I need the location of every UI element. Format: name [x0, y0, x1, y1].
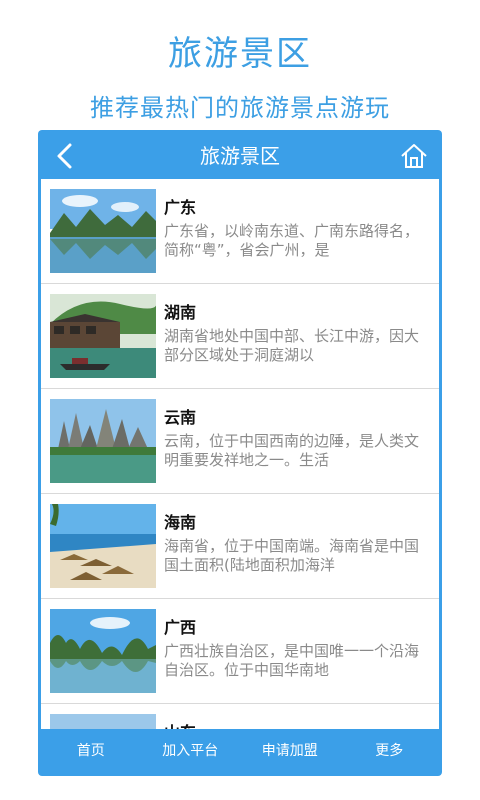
- nav-title: 旅游景区: [200, 144, 280, 168]
- back-button[interactable]: [51, 141, 81, 171]
- item-name: 云南: [164, 408, 197, 427]
- item-desc: 海南省，位于中国南端。海南省是中国国土面积(陆地面积加海洋: [164, 537, 420, 574]
- back-chevron-icon: [57, 143, 72, 169]
- item-name: 广东: [164, 198, 197, 217]
- app-screen: 旅游景区 广东 广东省，以岭南东道、广南东路得名，简称“粤”，省会广州，是 湖南…: [41, 133, 439, 773]
- list-item[interactable]: 山东: [41, 704, 439, 729]
- tab-more[interactable]: 更多: [340, 729, 440, 773]
- scenic-photo-hunan: [50, 294, 156, 378]
- item-desc: 湖南省地处中国中部、长江中游，因大部分区域处于洞庭湖以: [164, 327, 420, 364]
- item-desc: 广西壮族自治区，是中国唯一一个沿海自治区。位于中国华南地: [164, 642, 420, 679]
- tab-join-platform[interactable]: 加入平台: [141, 729, 241, 773]
- bottom-tab-bar: 首页 加入平台 申请加盟 更多: [41, 729, 439, 773]
- scenic-photo-guangdong: [50, 189, 156, 273]
- scenic-photo-yunnan: [50, 399, 156, 483]
- tab-apply-franchise[interactable]: 申请加盟: [240, 729, 340, 773]
- list-item[interactable]: 云南 云南，位于中国西南的边陲，是人类文明重要发祥地之一。生活: [41, 389, 439, 494]
- item-desc: 云南，位于中国西南的边陲，是人类文明重要发祥地之一。生活: [164, 432, 420, 469]
- promo-title: 旅游景区: [168, 34, 312, 74]
- item-name: 海南: [164, 513, 197, 532]
- scenic-list[interactable]: 广东 广东省，以岭南东道、广南东路得名，简称“粤”，省会广州，是 湖南 湖南省地…: [41, 179, 439, 729]
- scenic-photo-shandong: [50, 714, 156, 729]
- nav-bar: 旅游景区: [41, 133, 439, 179]
- tab-home[interactable]: 首页: [41, 729, 141, 773]
- list-item[interactable]: 湖南 湖南省地处中国中部、长江中游，因大部分区域处于洞庭湖以: [41, 284, 439, 389]
- list-item[interactable]: 广西 广西壮族自治区，是中国唯一一个沿海自治区。位于中国华南地: [41, 599, 439, 704]
- scenic-photo-guangxi: [50, 609, 156, 693]
- item-desc: 广东省，以岭南东道、广南东路得名，简称“粤”，省会广州，是: [164, 222, 420, 259]
- scenic-photo-hainan: [50, 504, 156, 588]
- item-name: 广西: [164, 618, 197, 637]
- phone-frame: 旅游景区 广东 广东省，以岭南东道、广南东路得名，简称“粤”，省会广州，是 湖南…: [38, 130, 442, 776]
- list-item[interactable]: 广东 广东省，以岭南东道、广南东路得名，简称“粤”，省会广州，是: [41, 179, 439, 284]
- home-button[interactable]: [399, 142, 429, 170]
- item-name: 湖南: [164, 303, 197, 322]
- promo-subtitle: 推荐最热门的旅游景点游玩: [90, 94, 390, 122]
- home-icon: [401, 144, 427, 168]
- item-name: 山东: [164, 719, 196, 729]
- list-item[interactable]: 海南 海南省，位于中国南端。海南省是中国国土面积(陆地面积加海洋: [41, 494, 439, 599]
